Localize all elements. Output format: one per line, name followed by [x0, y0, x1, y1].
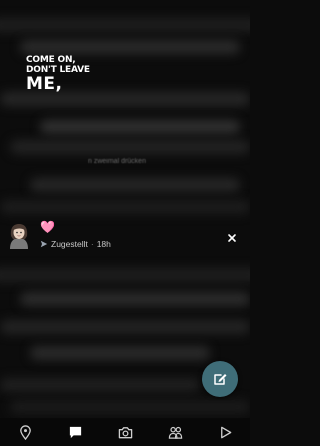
camera-icon — [118, 426, 132, 438]
headline-line-3: ME, — [26, 74, 63, 94]
background-text: n zweimal drücken — [88, 158, 146, 165]
nav-stories[interactable] — [163, 420, 187, 444]
status-time: 18h — [96, 239, 111, 249]
sent-arrow-icon — [40, 240, 48, 248]
map-pin-icon — [19, 424, 31, 440]
new-chat-button[interactable] — [202, 361, 238, 397]
chat-icon — [69, 426, 81, 438]
close-icon[interactable] — [227, 233, 237, 243]
status-separator: · — [90, 239, 94, 249]
story-headline: COME ON, DON'T LEAVE ME, — [26, 56, 90, 93]
heart-emoji: 🩷 — [40, 220, 55, 234]
bottom-navigation — [0, 418, 250, 446]
friends-icon — [168, 426, 182, 439]
sent-notification[interactable]: 🩷 Zugestellt · 18h — [0, 220, 250, 258]
nav-spotlight[interactable] — [213, 420, 237, 444]
bitmoji-avatar[interactable] — [8, 223, 30, 249]
delivery-status: Zugestellt · 18h — [40, 238, 111, 250]
edit-chat-icon — [214, 374, 227, 385]
nav-chat[interactable] — [63, 420, 87, 444]
nav-camera[interactable] — [113, 420, 137, 444]
headline-line-1: COME ON, — [26, 55, 76, 65]
status-label: Zugestellt — [51, 239, 88, 249]
nav-map[interactable] — [13, 420, 37, 444]
play-icon — [220, 426, 231, 438]
